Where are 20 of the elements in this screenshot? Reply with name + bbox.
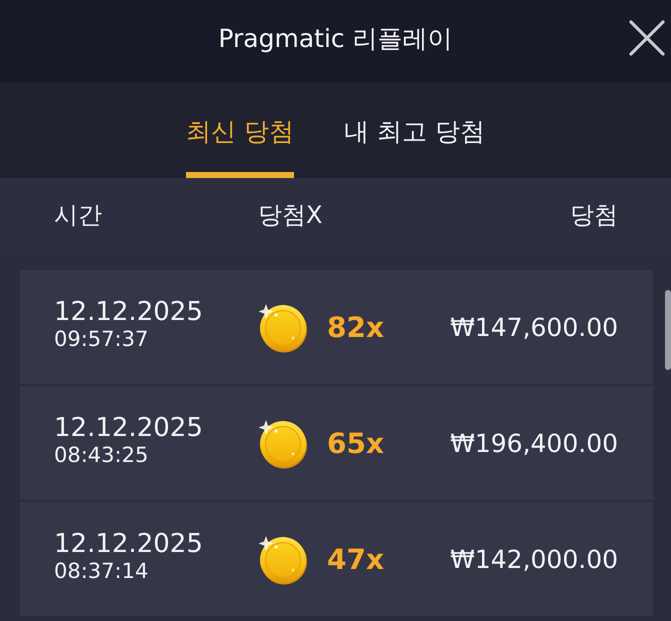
- tab[interactable]: 내 최고 당첨: [344, 82, 485, 178]
- win-amount: ₩147,600.00: [450, 312, 618, 342]
- close-icon: [628, 19, 666, 57]
- column-header: 당첨X: [258, 200, 324, 230]
- scrollbar-thumb[interactable]: [665, 290, 671, 370]
- win-multiplier: 65x: [327, 426, 384, 460]
- win-time: 08:37:14: [54, 559, 150, 583]
- win-date: 12.12.2025: [54, 413, 204, 443]
- win-date: 12.12.2025: [54, 297, 204, 327]
- win-amount: ₩196,400.00: [450, 428, 618, 458]
- close-button[interactable]: [628, 19, 666, 57]
- win-date: 12.12.2025: [54, 529, 204, 559]
- window-title: Pragmatic 리플레이: [218, 22, 453, 54]
- win-time: 09:57:37: [54, 327, 150, 351]
- column-header: 당첨: [570, 200, 618, 230]
- win-multiplier: 47x: [327, 542, 384, 576]
- win-time: 08:43:25: [54, 443, 150, 467]
- column-header: 시간: [54, 200, 103, 230]
- win-multiplier: 82x: [327, 310, 384, 344]
- win-amount: ₩142,000.00: [450, 544, 618, 574]
